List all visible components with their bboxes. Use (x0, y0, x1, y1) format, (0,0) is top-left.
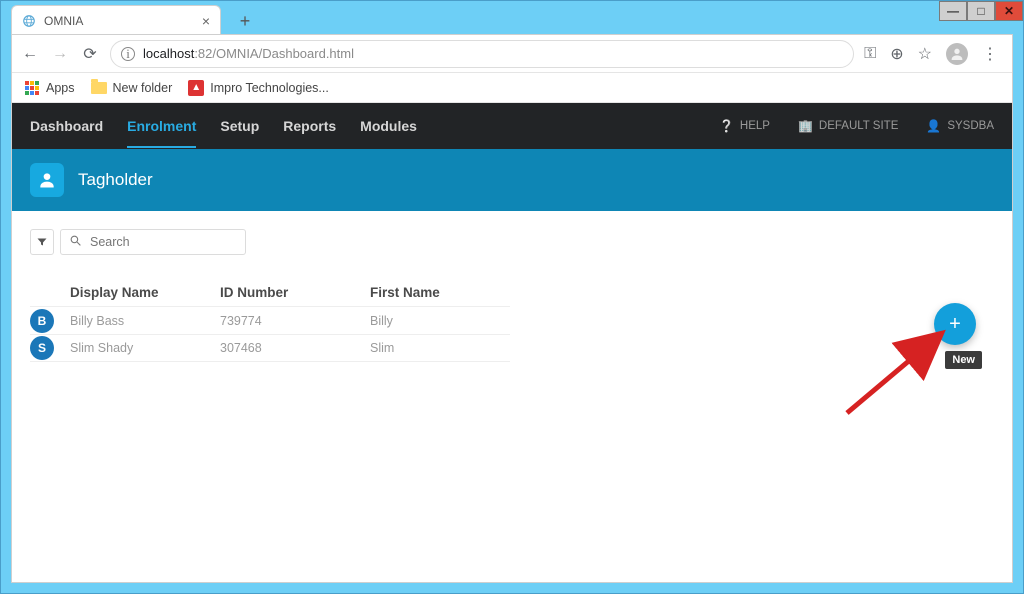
bookmark-impro[interactable]: ▲ Impro Technologies... (188, 80, 329, 96)
filter-icon (36, 236, 48, 248)
folder-icon (91, 80, 107, 96)
app-root: Dashboard Enrolment Setup Reports Module… (12, 103, 1012, 582)
fab-tooltip: New (945, 351, 982, 369)
nav-user[interactable]: 👤 SYSDBA (926, 119, 994, 133)
search-box[interactable] (60, 229, 246, 255)
back-button[interactable]: ← (20, 44, 40, 64)
row-avatar: B (30, 309, 54, 333)
bookmark-apps[interactable]: Apps (24, 80, 75, 96)
cell-id-number: 739774 (220, 314, 370, 328)
tab-close-icon[interactable]: × (202, 13, 210, 29)
zoom-icon[interactable]: ⊕ (890, 44, 903, 64)
row-avatar: S (30, 336, 54, 360)
table-row[interactable]: S Slim Shady 307468 Slim (30, 334, 510, 362)
cell-display-name: Slim Shady (70, 341, 220, 355)
tagholder-icon (30, 163, 64, 197)
bookmark-newfolder-label: New folder (113, 81, 173, 95)
site-info-icon[interactable]: i (121, 47, 135, 61)
tab-title: OMNIA (44, 14, 83, 28)
page-hero: Tagholder (12, 149, 1012, 211)
new-tab-button[interactable]: + (231, 7, 259, 35)
nav-reports[interactable]: Reports (283, 118, 336, 134)
nav-setup[interactable]: Setup (220, 118, 259, 134)
bookmark-apps-label: Apps (46, 81, 75, 95)
tagholder-table: Display Name ID Number First Name B Bill… (30, 279, 510, 362)
window-maximize-button[interactable]: □ (967, 1, 995, 21)
help-icon: ❔ (719, 119, 734, 133)
forward-button[interactable]: → (50, 44, 70, 64)
tab-favicon-icon (22, 14, 36, 28)
nav-modules[interactable]: Modules (360, 118, 417, 134)
impro-icon: ▲ (188, 80, 204, 96)
cell-id-number: 307468 (220, 341, 370, 355)
browser-toolbar: ← → ⟳ i localhost:82/OMNIA/Dashboard.htm… (12, 35, 1012, 73)
url-path: :82/OMNIA/Dashboard.html (194, 46, 354, 61)
filter-button[interactable] (30, 229, 54, 255)
page-title: Tagholder (78, 170, 153, 190)
profile-avatar-icon[interactable] (946, 43, 968, 65)
star-icon[interactable]: ☆ (918, 44, 932, 64)
nav-help-label: HELP (740, 120, 770, 132)
bookmarks-bar: Apps New folder ▲ Impro Technologies... (12, 73, 1012, 103)
browser-tab[interactable]: OMNIA × (11, 5, 221, 35)
bookmark-impro-label: Impro Technologies... (210, 81, 329, 95)
cell-first-name: Billy (370, 314, 510, 328)
nav-site-label: DEFAULT SITE (819, 120, 898, 132)
address-bar[interactable]: i localhost:82/OMNIA/Dashboard.html (110, 40, 854, 68)
site-icon: 🏢 (798, 119, 813, 133)
window-minimize-button[interactable]: — (939, 1, 967, 21)
browser-menu-button[interactable]: ⋮ (982, 44, 998, 64)
user-icon: 👤 (926, 119, 941, 133)
nav-dashboard[interactable]: Dashboard (30, 118, 103, 134)
key-icon[interactable]: ⚿ (864, 45, 876, 63)
window-close-button[interactable]: ✕ (995, 1, 1023, 21)
nav-enrolment[interactable]: Enrolment (127, 118, 196, 148)
col-header-first-name[interactable]: First Name (370, 285, 510, 300)
url-host: localhost (143, 46, 194, 61)
nav-site[interactable]: 🏢 DEFAULT SITE (798, 119, 898, 133)
new-tagholder-fab[interactable]: + (934, 303, 976, 345)
col-header-id-number[interactable]: ID Number (220, 285, 370, 300)
reload-button[interactable]: ⟳ (80, 44, 100, 64)
page-content: Display Name ID Number First Name B Bill… (12, 211, 1012, 582)
apps-icon (24, 80, 40, 96)
col-header-display-name[interactable]: Display Name (70, 285, 220, 300)
search-icon (69, 234, 82, 250)
browser-tabstrip: OMNIA × + (11, 2, 259, 35)
cell-first-name: Slim (370, 341, 510, 355)
search-input[interactable] (90, 235, 237, 249)
cell-display-name: Billy Bass (70, 314, 220, 328)
table-row[interactable]: B Billy Bass 739774 Billy (30, 306, 510, 334)
bookmark-newfolder[interactable]: New folder (91, 80, 173, 96)
nav-help[interactable]: ❔ HELP (719, 119, 770, 133)
nav-user-label: SYSDBA (947, 120, 994, 132)
app-navbar: Dashboard Enrolment Setup Reports Module… (12, 103, 1012, 149)
